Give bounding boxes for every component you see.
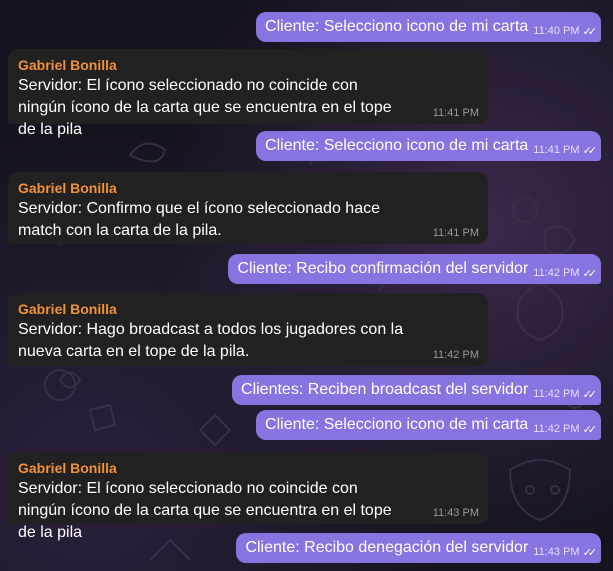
message-meta: 11:42 PM ✓✓ xyxy=(533,423,598,436)
message-text: Clientes: Reciben broadcast del servidor xyxy=(241,381,529,398)
message-meta: 11:42 PM ✓✓ xyxy=(533,267,598,280)
sender-name: Gabriel Bonilla xyxy=(18,57,117,73)
message-meta: 11:41 PM ✓✓ xyxy=(533,144,598,157)
message-outgoing[interactable]: Clientes: Reciben broadcast del servidor… xyxy=(232,375,601,405)
message-time: 11:43 PM xyxy=(533,546,580,558)
message-text: Servidor: Confirmo que el ícono seleccio… xyxy=(18,200,380,239)
message-text: Cliente: Selecciono icono de mi carta xyxy=(265,137,529,154)
message-outgoing[interactable]: Cliente: Recibo denegación del servidor … xyxy=(236,533,601,563)
double-check-icon: ✓✓ xyxy=(582,546,598,559)
message-outgoing[interactable]: Cliente: Selecciono icono de mi carta 11… xyxy=(256,131,601,161)
sender-name: Gabriel Bonilla xyxy=(18,180,117,196)
message-time: 11:40 PM xyxy=(533,25,580,37)
sender-name: Gabriel Bonilla xyxy=(18,460,117,476)
message-incoming[interactable]: Gabriel Bonilla Servidor: Hago broadcast… xyxy=(8,293,488,366)
message-meta: 11:40 PM ✓✓ xyxy=(533,25,598,38)
double-check-icon: ✓✓ xyxy=(582,388,598,401)
message-meta: 11:42 PM ✓✓ xyxy=(533,388,598,401)
message-incoming[interactable]: Gabriel Bonilla Servidor: Confirmo que e… xyxy=(8,172,488,244)
message-time: 11:42 PM xyxy=(533,267,580,279)
message-text: Cliente: Selecciono icono de mi carta xyxy=(265,18,529,35)
message-incoming[interactable]: Gabriel Bonilla Servidor: El ícono selec… xyxy=(8,452,488,541)
message-text: Cliente: Recibo confirmación del servido… xyxy=(237,260,529,277)
message-text: Cliente: Selecciono icono de mi carta xyxy=(265,416,529,433)
double-check-icon: ✓✓ xyxy=(582,25,598,38)
double-check-icon: ✓✓ xyxy=(582,267,598,280)
message-incoming[interactable]: Gabriel Bonilla Servidor: El ícono selec… xyxy=(8,49,488,138)
message-time: 11:41 PM xyxy=(432,227,479,239)
double-check-icon: ✓✓ xyxy=(582,144,598,157)
message-time: 11:43 PM xyxy=(432,507,479,519)
message-outgoing[interactable]: Cliente: Selecciono icono de mi carta 11… xyxy=(256,410,601,440)
message-time: 11:42 PM xyxy=(533,423,580,435)
message-text: Servidor: Hago broadcast a todos los jug… xyxy=(18,321,404,360)
sender-name: Gabriel Bonilla xyxy=(18,301,117,317)
message-time: 11:42 PM xyxy=(533,388,580,400)
message-time: 11:41 PM xyxy=(533,144,580,156)
message-time: 11:41 PM xyxy=(432,107,479,119)
double-check-icon: ✓✓ xyxy=(582,423,598,436)
message-outgoing[interactable]: Cliente: Selecciono icono de mi carta 11… xyxy=(256,12,601,42)
message-time: 11:42 PM xyxy=(432,349,479,361)
message-meta: 11:43 PM ✓✓ xyxy=(533,546,598,559)
message-text: Cliente: Recibo denegación del servidor xyxy=(245,539,529,556)
message-outgoing[interactable]: Cliente: Recibo confirmación del servido… xyxy=(228,254,601,284)
